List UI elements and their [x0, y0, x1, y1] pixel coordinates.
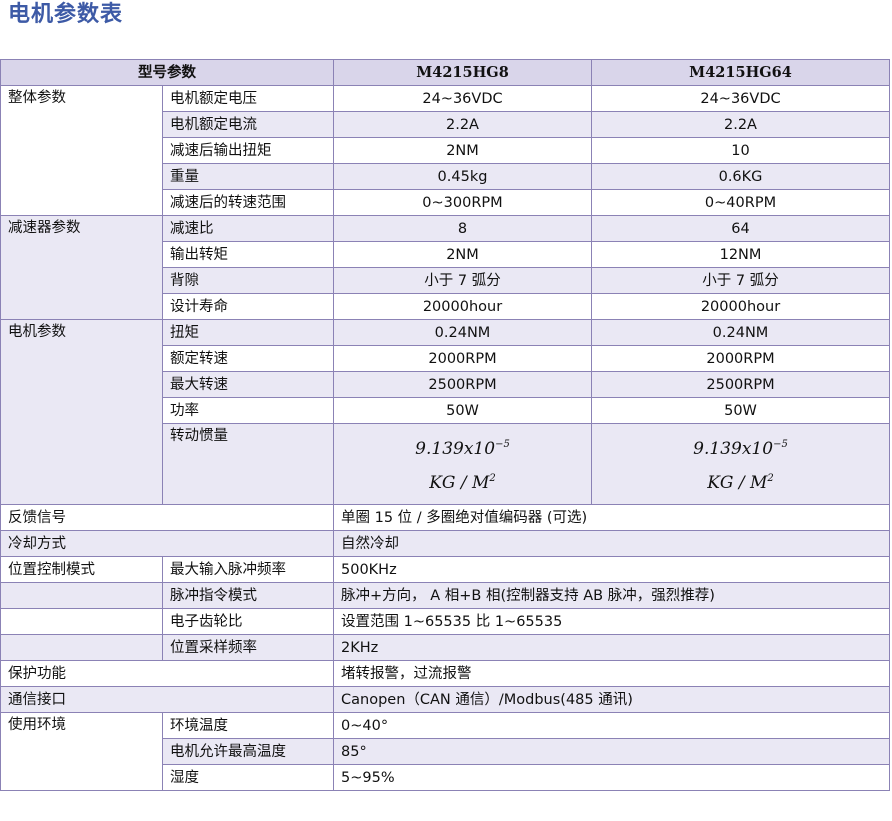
group-label: 减速器参数	[0, 215, 163, 320]
value-a: 0.45kg	[333, 163, 592, 190]
inertia-b-unit: KG / M2	[707, 473, 774, 493]
comm-value: Canopen（CAN 通信）/Modbus(485 通讯)	[333, 686, 890, 713]
row-label: 湿度	[162, 764, 334, 791]
row-label: 转动惯量	[162, 423, 334, 505]
row-value: 脉冲+方向， A 相+B 相(控制器支持 AB 脉冲，强烈推荐)	[333, 582, 890, 609]
row-label: 位置采样频率	[162, 634, 334, 661]
value-b: 2.2A	[591, 111, 890, 138]
value-b: 0.6KG	[591, 163, 890, 190]
feedback-value: 单圈 15 位 / 多圈绝对值编码器 (可选)	[333, 504, 890, 531]
group-label: 使用环境	[0, 712, 163, 791]
value-b: 12NM	[591, 241, 890, 268]
inertia-a-unit: KG / M2	[429, 473, 496, 493]
row-label: 最大转速	[162, 371, 334, 398]
value-b: 20000hour	[591, 293, 890, 320]
group-label: 位置控制模式	[0, 556, 163, 583]
table-row: 位置采样频率 2KHz	[0, 634, 890, 661]
header-param: 型号参数	[0, 59, 334, 86]
value-a: 50W	[333, 397, 592, 424]
value-b: 24~36VDC	[591, 85, 890, 112]
row-value: 2KHz	[333, 634, 890, 661]
value-a: 2500RPM	[333, 371, 592, 398]
row-label: 电机允许最高温度	[162, 738, 334, 765]
value-b: 64	[591, 215, 890, 242]
table-row: 冷却方式 自然冷却	[0, 530, 890, 557]
row-label: 重量	[162, 163, 334, 190]
row-value: 0~40°	[333, 712, 890, 739]
value-a: 小于 7 弧分	[333, 267, 592, 294]
row-label: 电子齿轮比	[162, 608, 334, 635]
group-label: 冷却方式	[0, 530, 334, 557]
row-label: 输出转矩	[162, 241, 334, 268]
value-b: 0.24NM	[591, 319, 890, 346]
table-row: 减速器参数 减速比 8 64	[0, 215, 890, 320]
value-b: 0~40RPM	[591, 189, 890, 216]
value-a: 2.2A	[333, 111, 592, 138]
inertia-a: 9.139x10−5 KG / M2	[333, 423, 592, 505]
group-label: 电机参数	[0, 319, 163, 505]
protection-value: 堵转报警，过流报警	[333, 660, 890, 687]
value-b: 50W	[591, 397, 890, 424]
value-a: 0~300RPM	[333, 189, 592, 216]
table-row: 反馈信号 单圈 15 位 / 多圈绝对值编码器 (可选)	[0, 504, 890, 531]
row-label: 电机额定电流	[162, 111, 334, 138]
group-label-empty	[0, 634, 163, 661]
table-row: 保护功能 堵转报警，过流报警	[0, 660, 890, 687]
row-label: 减速后的转速范围	[162, 189, 334, 216]
row-value: 500KHz	[333, 556, 890, 583]
row-label: 设计寿命	[162, 293, 334, 320]
value-a: 0.24NM	[333, 319, 592, 346]
row-label: 额定转速	[162, 345, 334, 372]
cooling-value: 自然冷却	[333, 530, 890, 557]
row-label: 背隙	[162, 267, 334, 294]
table-row: 整体参数 电机额定电压 24~36VDC 24~36VDC	[0, 85, 890, 216]
table-header-row: 型号参数 M4215HG8 M4215HG64	[0, 59, 890, 86]
page-title: 电机参数表	[8, 2, 124, 27]
group-label: 保护功能	[0, 660, 334, 687]
group-label: 整体参数	[0, 85, 163, 216]
row-label: 减速后输出扭矩	[162, 137, 334, 164]
value-a: 2000RPM	[333, 345, 592, 372]
header-model-a: M4215HG8	[333, 59, 592, 86]
row-label: 扭矩	[162, 319, 334, 346]
row-value: 5~95%	[333, 764, 890, 791]
row-label: 最大输入脉冲频率	[162, 556, 334, 583]
value-b: 2000RPM	[591, 345, 890, 372]
value-a: 2NM	[333, 241, 592, 268]
row-label: 电机额定电压	[162, 85, 334, 112]
group-label-empty	[0, 608, 163, 635]
value-b: 2500RPM	[591, 371, 890, 398]
inertia-a-value: 9.139x10−5	[415, 439, 510, 459]
inertia-b-value: 9.139x10−5	[693, 439, 788, 459]
group-label-empty	[0, 582, 163, 609]
table-row: 使用环境 环境温度 0~40°	[0, 712, 890, 791]
value-b: 10	[591, 137, 890, 164]
row-label: 减速比	[162, 215, 334, 242]
table-row: 电子齿轮比 设置范围 1~65535 比 1~65535	[0, 608, 890, 635]
row-label: 脉冲指令模式	[162, 582, 334, 609]
table-row: 通信接口 Canopen（CAN 通信）/Modbus(485 通讯)	[0, 686, 890, 713]
row-label: 环境温度	[162, 712, 334, 739]
motor-params-table: 型号参数 M4215HG8 M4215HG64 整体参数 电机额定电压 24~3…	[0, 59, 890, 791]
table-row: 脉冲指令模式 脉冲+方向， A 相+B 相(控制器支持 AB 脉冲，强烈推荐)	[0, 582, 890, 609]
inertia-b: 9.139x10−5 KG / M2	[591, 423, 890, 505]
value-a: 8	[333, 215, 592, 242]
row-value: 设置范围 1~65535 比 1~65535	[333, 608, 890, 635]
value-a: 20000hour	[333, 293, 592, 320]
value-a: 24~36VDC	[333, 85, 592, 112]
table-row: 电机参数 扭矩 0.24NM 0.24NM	[0, 319, 890, 505]
group-label: 反馈信号	[0, 504, 334, 531]
row-value: 85°	[333, 738, 890, 765]
table-row: 位置控制模式 最大输入脉冲频率 500KHz	[0, 556, 890, 583]
group-label: 通信接口	[0, 686, 334, 713]
row-label: 功率	[162, 397, 334, 424]
header-model-b: M4215HG64	[591, 59, 890, 86]
value-a: 2NM	[333, 137, 592, 164]
value-b: 小于 7 弧分	[591, 267, 890, 294]
